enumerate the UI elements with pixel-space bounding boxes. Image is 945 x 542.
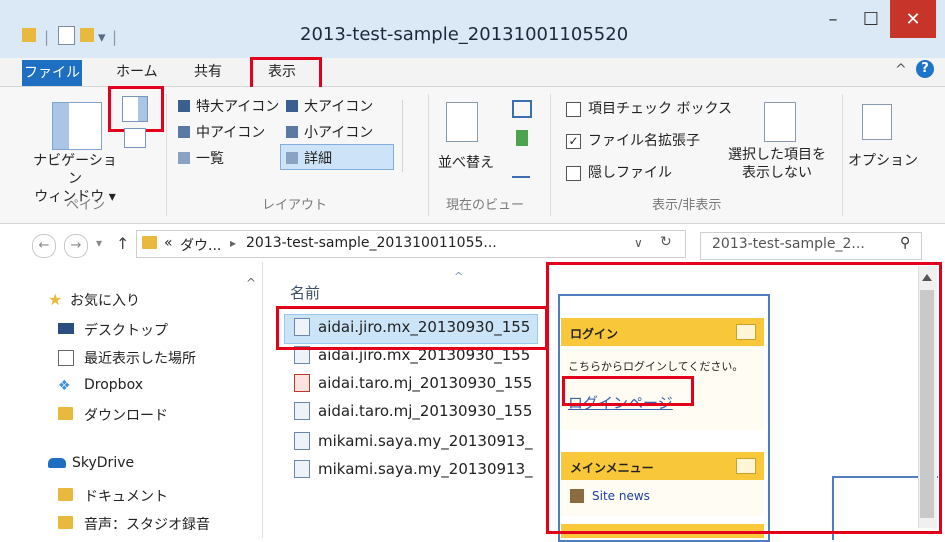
tab-view-highlight: [250, 57, 322, 91]
pane-splitter[interactable]: [262, 262, 263, 538]
new-folder-icon[interactable]: [80, 28, 94, 42]
layout-small-icons[interactable]: 小アイコン: [304, 122, 373, 142]
file-row[interactable]: aidai.taro.mj_20130930_155: [318, 402, 532, 420]
nav-item-dropbox[interactable]: Dropbox: [84, 377, 143, 393]
collapse-ribbon-icon[interactable]: ^: [895, 62, 907, 78]
group-label-current-view: 現在のビュー: [446, 198, 525, 213]
sort-by-button[interactable]: 並べ替え: [438, 152, 494, 172]
selected-file-highlight: [276, 306, 548, 350]
breadcrumb-downloads[interactable]: ダウ...: [180, 235, 221, 255]
text-document-icon: [294, 460, 310, 478]
ribbon-separator: [166, 94, 167, 216]
tab-home[interactable]: ホーム: [106, 61, 168, 83]
dropbox-icon: ❖: [58, 378, 71, 394]
file-extensions-checkbox[interactable]: ✓: [566, 134, 581, 149]
preview-pane-highlight: [546, 262, 942, 534]
details-icon: [286, 152, 298, 164]
recent-places-icon: [58, 350, 74, 366]
group-label-show-hide: 表示/非表示: [652, 198, 722, 213]
downloads-folder-icon: [58, 407, 73, 420]
large-icons-icon: [286, 100, 298, 112]
skydrive-icon: [48, 458, 66, 468]
layout-list[interactable]: 一覧: [196, 148, 224, 168]
sort-by-icon[interactable]: [446, 102, 478, 142]
folder-icon: [142, 236, 157, 249]
help-icon[interactable]: ?: [916, 60, 934, 78]
layout-gallery: 特大アイコン 大アイコン 中アイコン 小アイコン 一覧 詳細: [174, 96, 406, 176]
nav-favorites[interactable]: お気に入り: [70, 290, 140, 310]
desktop-icon: [58, 323, 74, 334]
text-document-icon: [294, 402, 310, 420]
navigation-pane-icon[interactable]: [52, 102, 102, 150]
maximize-button[interactable]: ☐: [848, 0, 894, 40]
hide-selected-icon[interactable]: [764, 102, 796, 142]
qat-separator: |: [44, 28, 50, 46]
breadcrumb-current-folder[interactable]: 2013-test-sample_201310011055...: [246, 235, 497, 251]
nav-item-documents[interactable]: ドキュメント: [84, 486, 168, 506]
ribbon-separator: [550, 94, 551, 216]
window-title: 2013-test-sample_20131001105520: [300, 24, 629, 45]
options-button[interactable]: オプション: [848, 150, 918, 170]
size-columns-icon[interactable]: [512, 158, 530, 178]
properties-icon[interactable]: [58, 26, 75, 45]
layout-details[interactable]: 詳細: [304, 148, 332, 168]
column-header-name[interactable]: 名前: [290, 282, 320, 303]
back-button[interactable]: ←: [32, 234, 56, 258]
group-label-layout: レイアウト: [262, 198, 328, 213]
folder-icon: [22, 28, 36, 42]
item-checkboxes-label: 項目チェック ボックス: [588, 101, 733, 117]
star-icon: ★: [48, 290, 63, 309]
nav-item-downloads[interactable]: ダウンロード: [84, 405, 168, 425]
file-row[interactable]: aidai.taro.mj_20130930_155: [318, 374, 532, 392]
ribbon-separator: [842, 94, 843, 216]
details-pane-icon[interactable]: [124, 128, 146, 148]
tab-file[interactable]: ファイル: [22, 60, 82, 86]
close-button[interactable]: ✕: [890, 0, 936, 38]
add-columns-icon[interactable]: [516, 130, 528, 146]
search-input[interactable]: 2013-test-sample_2...: [712, 236, 865, 252]
powerpoint-document-icon: [294, 374, 310, 392]
small-icons-icon: [286, 126, 298, 138]
layout-gallery-scroll[interactable]: [402, 100, 417, 172]
nav-item-recent-places[interactable]: 最近表示した場所: [84, 348, 196, 368]
file-extensions-label: ファイル名拡張子: [588, 133, 700, 149]
list-icon: [178, 152, 190, 164]
file-row[interactable]: mikami.saya.my_20130913_: [318, 432, 533, 450]
forward-button[interactable]: →: [64, 234, 88, 258]
medium-icons-icon: [178, 126, 190, 138]
options-icon[interactable]: [862, 104, 892, 140]
group-by-icon[interactable]: [512, 100, 532, 118]
hidden-items-checkbox[interactable]: [566, 166, 581, 181]
nav-scroll-up[interactable]: ^: [246, 276, 256, 290]
recent-locations-button[interactable]: ▾: [96, 236, 102, 250]
preview-pane-highlight: [108, 86, 164, 132]
refresh-button[interactable]: ↻: [660, 234, 672, 250]
layout-medium-icons[interactable]: 中アイコン: [196, 122, 265, 142]
nav-skydrive[interactable]: SkyDrive: [72, 455, 134, 471]
documents-folder-icon: [58, 488, 73, 501]
group-label-pane: ペイン: [66, 198, 106, 213]
item-checkboxes-checkbox[interactable]: [566, 102, 581, 117]
sort-arrow-icon: ^: [454, 270, 464, 283]
up-button[interactable]: ↑: [116, 234, 129, 253]
hidden-items-label: 隠しファイル: [588, 165, 672, 181]
hide-selected-button[interactable]: 選択した項目を 表示しない: [722, 146, 832, 182]
address-overflow[interactable]: «: [164, 235, 173, 251]
qat-separator: |: [112, 28, 118, 46]
breadcrumb-separator[interactable]: ▸: [230, 236, 236, 250]
tab-share[interactable]: 共有: [184, 61, 232, 83]
audio-folder-icon: [58, 516, 73, 529]
file-row[interactable]: mikami.saya.my_20130913_: [318, 460, 533, 478]
word-document-icon: [294, 432, 310, 450]
qat-dropdown[interactable]: ▾: [98, 28, 106, 46]
layout-large-icons[interactable]: 大アイコン: [304, 96, 373, 116]
nav-item-desktop[interactable]: デスクトップ: [84, 320, 168, 340]
search-icon[interactable]: ⚲: [900, 235, 910, 251]
layout-extra-large-icons[interactable]: 特大アイコン: [196, 96, 279, 116]
address-dropdown[interactable]: ∨: [634, 236, 643, 250]
ribbon-separator: [428, 94, 429, 216]
nav-item-audio[interactable]: 音声：スタジオ録音: [84, 514, 210, 534]
extra-large-icons-icon: [178, 100, 190, 112]
